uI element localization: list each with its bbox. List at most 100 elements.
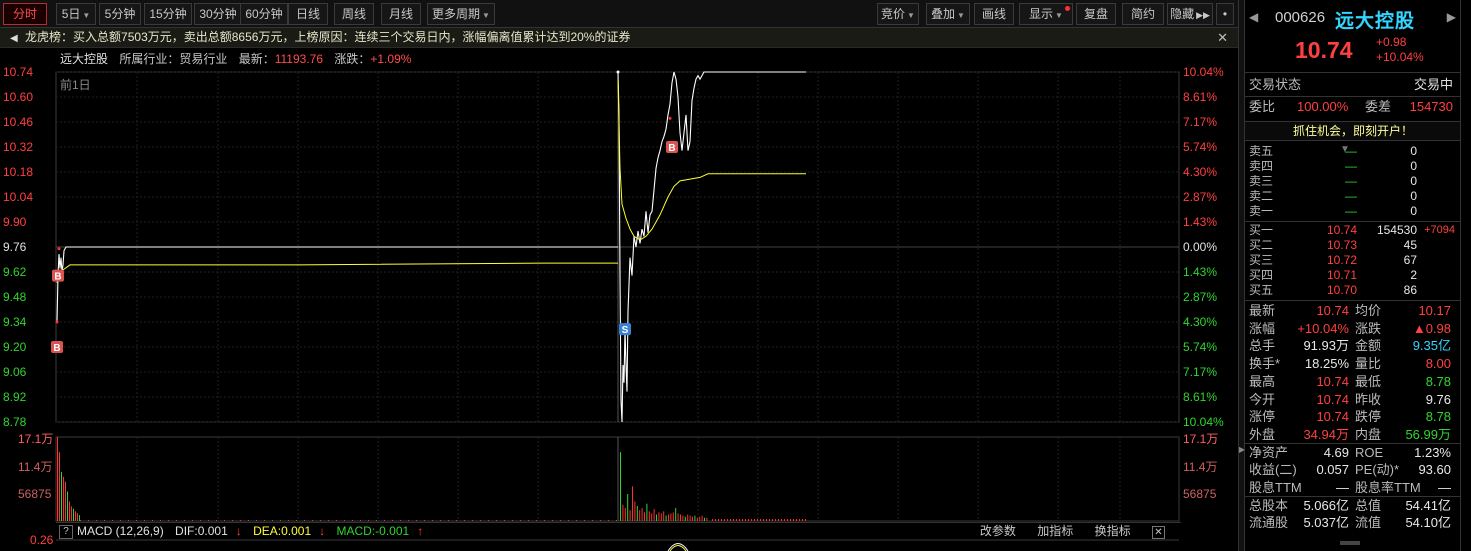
volume-bar: [384, 520, 385, 521]
volume-bar: [754, 519, 755, 521]
volume-tick-label: 56875: [1183, 487, 1217, 501]
volume-bar: [63, 476, 64, 521]
quote-panel: ◀ 000626 远大控股 ▶ 10.74 +0.98 +10.04% 交易状态…: [1244, 0, 1461, 551]
volume-bar: [304, 520, 305, 521]
pct-tick-label: 10.04%: [1183, 65, 1224, 79]
price-line-prev-day: [56, 246, 618, 323]
buy-order-row[interactable]: 买四 10.71 2: [1249, 268, 1455, 283]
macd-title: MACD (12,26,9): [77, 524, 164, 538]
quote-row: 最高 10.74 最低 8.78: [1249, 373, 1455, 391]
volume-tick-label: 17.1万: [1183, 432, 1219, 446]
quote-label: 量比: [1355, 356, 1382, 372]
volume-bar: [408, 520, 409, 521]
quote-header: ◀ 000626 远大控股 ▶: [1245, 0, 1460, 40]
volume-bar: [456, 520, 457, 521]
volume-bar: [576, 520, 577, 521]
order-volume: 0: [1410, 189, 1417, 203]
arrow-down-icon: ↓: [319, 524, 326, 538]
volume-bar: [760, 519, 761, 521]
quote-row: 涨停 10.74 跌停 8.78: [1249, 408, 1455, 426]
quote-value: 10.74: [1316, 373, 1349, 389]
prev-stock-icon[interactable]: ◀: [1249, 10, 1258, 24]
volume-bar: [629, 510, 631, 521]
next-stock-icon[interactable]: ▶: [1447, 10, 1456, 24]
sell-order-row[interactable]: 卖一 — 0: [1249, 204, 1455, 219]
volume-bar: [440, 520, 441, 521]
quote-value: 18.25%: [1304, 356, 1349, 372]
pct-tick-label: 2.87%: [1183, 190, 1218, 204]
macd-dif: DIF:0.001 ↓: [175, 524, 242, 538]
volume-bar: [724, 519, 725, 521]
volume-bar: [639, 510, 641, 521]
volume-bar: [192, 520, 193, 521]
pct-tick-label: 7.17%: [1183, 365, 1218, 379]
quote-row: 股息TTM — 股息率TTM —: [1249, 479, 1455, 497]
volume-bar: [77, 513, 78, 521]
pct-tick-label: 4.30%: [1183, 315, 1218, 329]
sell-order-row[interactable]: 卖三 — 0: [1249, 174, 1455, 189]
stock-name-large: 远大控股: [1335, 11, 1416, 32]
volume-bar: [528, 520, 529, 521]
scroll-handle[interactable]: [1340, 541, 1360, 545]
quote-value: 10.74: [1316, 391, 1349, 407]
price-tick-label: 10.60: [3, 90, 34, 104]
switch-indicator-button[interactable]: 换指标: [1095, 524, 1131, 538]
volume-bar: [727, 519, 728, 521]
order-price: 10.70: [1326, 283, 1357, 297]
quote-value: 4.69: [1323, 444, 1349, 460]
volume-bar: [592, 520, 593, 521]
buy-order-row[interactable]: 买二 10.73 45: [1249, 238, 1455, 253]
sell-order-row[interactable]: 卖二 — 0: [1249, 189, 1455, 204]
quote-row: 收益(二) 0.057 PE(动)* 93.60: [1249, 461, 1455, 479]
order-volume-delta: +7094: [1424, 224, 1455, 236]
volume-bar: [104, 520, 105, 521]
volume-bar: [706, 517, 708, 521]
volume-bar: [320, 520, 321, 521]
help-icon[interactable]: ?: [59, 524, 73, 539]
close-icon[interactable]: ✕: [1152, 526, 1165, 539]
intraday-chart[interactable]: B B S B: [0, 0, 1238, 551]
volume-bar: [641, 508, 643, 521]
quote-label: 外盘: [1249, 426, 1276, 442]
sell-order-row[interactable]: 卖四 — 0: [1249, 159, 1455, 174]
current-price: 10.74: [1295, 37, 1353, 63]
volume-bar: [336, 520, 337, 521]
order-volume: 0: [1410, 144, 1417, 158]
add-indicator-button[interactable]: 加指标: [1037, 524, 1073, 538]
price-tick-label: 9.34: [3, 315, 27, 329]
quote-label: ROE: [1355, 444, 1384, 460]
quote-value: 8.78: [1425, 409, 1451, 425]
volume-bar: [496, 520, 497, 521]
price-tick-label: 9.06: [3, 365, 27, 379]
order-level-label: 卖三: [1249, 174, 1274, 188]
sell-order-row[interactable]: 卖五 — 0: [1249, 144, 1455, 159]
volume-bar: [775, 519, 776, 521]
quote-value: 34.94万: [1303, 426, 1349, 442]
buy-order-row[interactable]: 买三 10.72 67: [1249, 253, 1455, 268]
divider: [1245, 72, 1461, 73]
price-tick-label: 10.46: [3, 115, 34, 129]
quote-value: +10.04%: [1297, 320, 1349, 336]
pct-tick-label: 7.17%: [1183, 115, 1218, 129]
open-account-link[interactable]: 抓住机会，即刻开户！: [1245, 121, 1461, 141]
volume-bar: [665, 515, 667, 521]
volume-bar: [536, 520, 537, 521]
macd-indicator-bar: ? MACD (12,26,9) DIF:0.001 ↓ DEA:0.001 ↓ MA…: [56, 522, 1181, 540]
order-price: —: [1345, 159, 1357, 173]
volume-bar: [67, 491, 68, 521]
buy-order-row[interactable]: 买一 10.74 154530 +7094: [1249, 223, 1455, 238]
price-change: +0.98 +10.04%: [1376, 35, 1424, 65]
volume-bar: [400, 520, 401, 521]
volume-bar: [79, 515, 80, 521]
change-params-button[interactable]: 改参数: [980, 524, 1016, 538]
pct-tick-label: 5.74%: [1183, 140, 1218, 154]
quote-label: 跌停: [1355, 409, 1382, 425]
order-ratio-row: 委比 100.00% 委差 154730: [1249, 98, 1457, 116]
volume-bar: [424, 520, 425, 521]
quote-row: 净资产 4.69 ROE 1.23%: [1249, 444, 1455, 462]
buy-order-row[interactable]: 买五 10.70 86: [1249, 283, 1455, 298]
change-percent: +10.04%: [1376, 50, 1424, 64]
quote-value: 5.066亿: [1303, 497, 1349, 513]
order-level-label: 卖一: [1249, 204, 1274, 218]
price-tick-label: 10.18: [3, 165, 34, 179]
